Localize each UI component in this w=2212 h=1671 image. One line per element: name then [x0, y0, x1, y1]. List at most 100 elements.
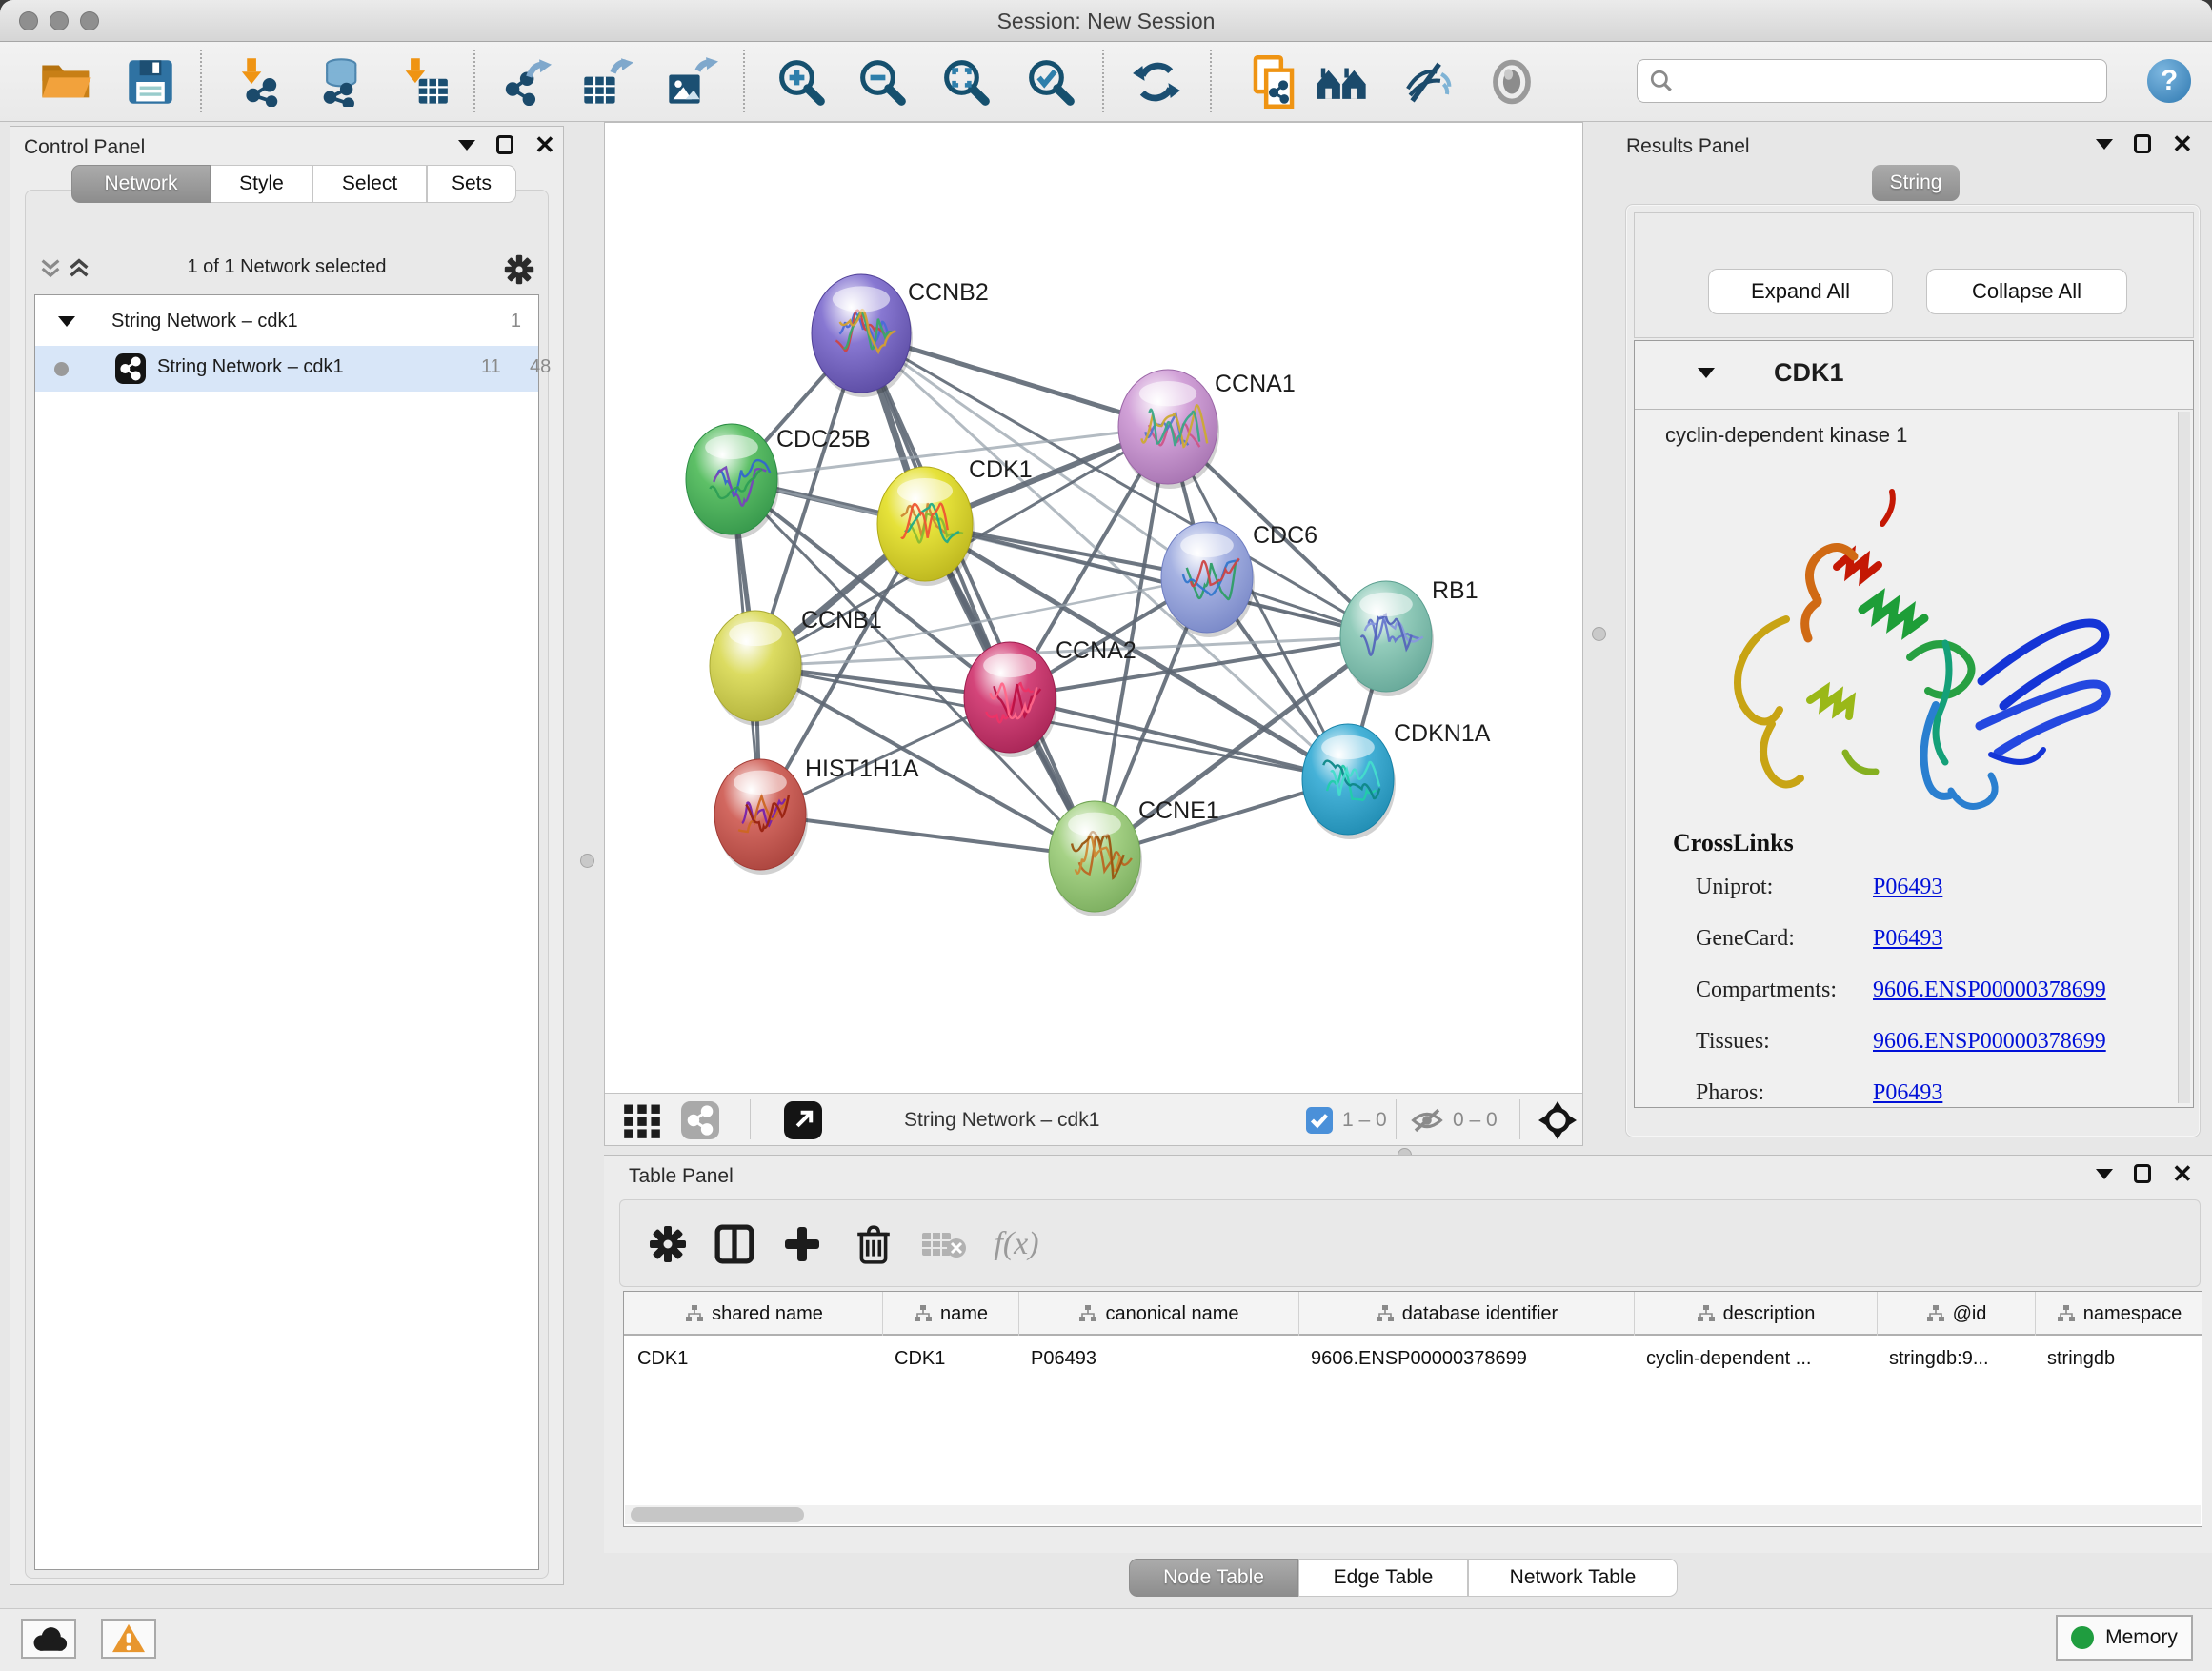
export-image-button[interactable]	[661, 51, 722, 112]
network-node-CCNE1[interactable]: CCNE1	[1049, 797, 1219, 916]
home-button[interactable]	[1311, 51, 1372, 112]
right-splitter-handle[interactable]	[1592, 627, 1606, 641]
copy-style-button[interactable]	[1243, 51, 1304, 112]
delete-table-button-disabled[interactable]	[917, 1218, 971, 1271]
open-external-button[interactable]	[784, 1102, 822, 1138]
function-builder-button-disabled[interactable]: f(x)	[990, 1218, 1043, 1271]
network-collection-row[interactable]: String Network – cdk1 1	[35, 300, 538, 346]
selected-checkbox[interactable]	[1306, 1102, 1333, 1138]
crosslink-link[interactable]: 9606.ENSP00000378699	[1873, 1029, 2106, 1055]
delete-column-button[interactable]	[847, 1218, 900, 1271]
zoom-out-button[interactable]	[852, 51, 913, 112]
table-row[interactable]: CDK1CDK1P064939606.ENSP00000378699cyclin…	[624, 1338, 2202, 1379]
tab-string[interactable]: String	[1872, 165, 1960, 201]
close-panel-icon[interactable]: ✕	[2172, 134, 2193, 153]
column-header-description[interactable]: description	[1635, 1292, 1878, 1336]
gene-collapse-caret-icon[interactable]	[1698, 368, 1715, 378]
export-network-button[interactable]	[494, 51, 555, 112]
tree-expand-caret-icon[interactable]	[58, 316, 75, 327]
tab-network[interactable]: Network	[71, 165, 211, 203]
expand-all-button[interactable]: Expand All	[1708, 269, 1893, 314]
tab-style[interactable]: Style	[211, 165, 312, 203]
import-network-database-button[interactable]	[308, 51, 369, 112]
presentation-eye-button[interactable]	[1481, 51, 1542, 112]
table-hscrollbar[interactable]	[625, 1505, 2201, 1524]
refresh-layout-button[interactable]	[1126, 51, 1187, 112]
panel-menu-caret-icon[interactable]	[458, 140, 475, 151]
table-cell-name[interactable]: CDK1	[883, 1338, 1019, 1379]
tab-network-table[interactable]: Network Table	[1468, 1559, 1678, 1597]
crosslink-link[interactable]: P06493	[1873, 926, 1942, 952]
zoom-in-button[interactable]	[771, 51, 832, 112]
network-badge-button[interactable]	[681, 1102, 719, 1138]
hide-details-button[interactable]	[1398, 51, 1458, 112]
network-node-CCNA2[interactable]: CCNA2	[964, 637, 1136, 757]
panel-menu-caret-icon[interactable]	[2096, 139, 2113, 150]
network-edge[interactable]	[760, 815, 1095, 856]
column-header-namespace[interactable]: namespace	[2036, 1292, 2202, 1336]
save-session-button[interactable]	[120, 51, 181, 112]
column-header-database-identifier[interactable]: database identifier	[1299, 1292, 1635, 1336]
fit-content-button[interactable]	[1538, 1102, 1577, 1138]
table-cell-canonical-name[interactable]: P06493	[1019, 1338, 1299, 1379]
network-selector-row: 1 of 1 Network selected	[26, 245, 548, 292]
column-header-shared-name[interactable]: shared name	[626, 1292, 883, 1336]
network-node-CCNA1[interactable]: CCNA1	[1118, 370, 1296, 489]
import-network-file-button[interactable]	[227, 51, 288, 112]
import-table-button[interactable]	[392, 51, 453, 112]
export-table-button[interactable]	[576, 51, 637, 112]
tab-edge-table[interactable]: Edge Table	[1298, 1559, 1468, 1597]
tab-node-table[interactable]: Node Table	[1129, 1559, 1298, 1597]
column-header-name[interactable]: name	[883, 1292, 1019, 1336]
network-node-CDKN1A[interactable]: CDKN1A	[1302, 720, 1491, 839]
network-tab-panel: 1 of 1 Network selected String Network –…	[25, 190, 549, 1579]
crosslink-row-pharos: Pharos:P06493	[1635, 1080, 2193, 1113]
network-node-CDK1[interactable]: CDK1	[877, 456, 1033, 586]
zoom-selected-button[interactable]	[1020, 51, 1081, 112]
results-scrollbar[interactable]	[2178, 412, 2190, 1103]
gene-card-header[interactable]: CDK1	[1635, 341, 2193, 410]
crosslink-link[interactable]: 9606.ENSP00000378699	[1873, 977, 2106, 1003]
create-column-button[interactable]	[775, 1218, 829, 1271]
float-panel-icon[interactable]	[2134, 1164, 2151, 1183]
hidden-toggle[interactable]	[1410, 1102, 1444, 1138]
close-panel-icon[interactable]: ✕	[2172, 1164, 2193, 1183]
network-node-CDC25B[interactable]: CDC25B	[686, 424, 871, 539]
search-input[interactable]	[1674, 70, 2083, 93]
show-columns-button[interactable]	[708, 1218, 761, 1271]
table-cell-database-identifier[interactable]: 9606.ENSP00000378699	[1299, 1338, 1635, 1379]
network-node-RB1[interactable]: RB1	[1340, 577, 1478, 696]
crosslink-link[interactable]: P06493	[1873, 1080, 1942, 1106]
network-row-selected[interactable]: String Network – cdk1 11 48	[35, 346, 538, 392]
network-node-CCNB2[interactable]: CCNB2	[812, 274, 989, 397]
warnings-button[interactable]	[101, 1619, 156, 1659]
network-node-CCNB1[interactable]: CCNB1	[710, 607, 882, 726]
table-cell-id[interactable]: stringdb:9...	[1878, 1338, 2036, 1379]
network-node-HIST1H1A[interactable]: HIST1H1A	[714, 755, 919, 875]
panel-menu-caret-icon[interactable]	[2096, 1169, 2113, 1179]
column-header-canonical-name[interactable]: canonical name	[1019, 1292, 1299, 1336]
collapse-all-button[interactable]: Collapse All	[1926, 269, 2127, 314]
cloud-status-button[interactable]	[21, 1619, 76, 1659]
table-options-button[interactable]	[641, 1218, 694, 1271]
float-panel-icon[interactable]	[496, 135, 513, 154]
network-node-CDC6[interactable]: CDC6	[1161, 522, 1317, 637]
birds-eye-view-button[interactable]	[623, 1102, 661, 1138]
table-cell-shared-name[interactable]: CDK1	[626, 1338, 883, 1379]
network-canvas[interactable]: CCNB2 CCNA1 CDC25BCDK1 CDC6RB1 CCNB1 CCNA2 CDK…	[605, 123, 1582, 1093]
help-button[interactable]: ?	[2147, 59, 2191, 103]
table-cell-namespace[interactable]: stringdb	[2036, 1338, 2202, 1379]
close-panel-icon[interactable]: ✕	[534, 135, 555, 154]
memory-button[interactable]: Memory	[2056, 1615, 2193, 1661]
table-cell-description[interactable]: cyclin-dependent ...	[1635, 1338, 1878, 1379]
hscrollbar-thumb[interactable]	[631, 1507, 804, 1522]
left-splitter-handle[interactable]	[580, 854, 594, 868]
crosslink-link[interactable]: P06493	[1873, 875, 1942, 900]
network-options-gear-icon[interactable]	[504, 254, 534, 285]
column-header-id[interactable]: @id	[1878, 1292, 2036, 1336]
float-panel-icon[interactable]	[2134, 134, 2151, 153]
zoom-fit-button[interactable]	[935, 51, 996, 112]
tab-select[interactable]: Select	[312, 165, 427, 203]
tab-sets[interactable]: Sets	[427, 165, 516, 203]
open-session-button[interactable]	[36, 51, 97, 112]
